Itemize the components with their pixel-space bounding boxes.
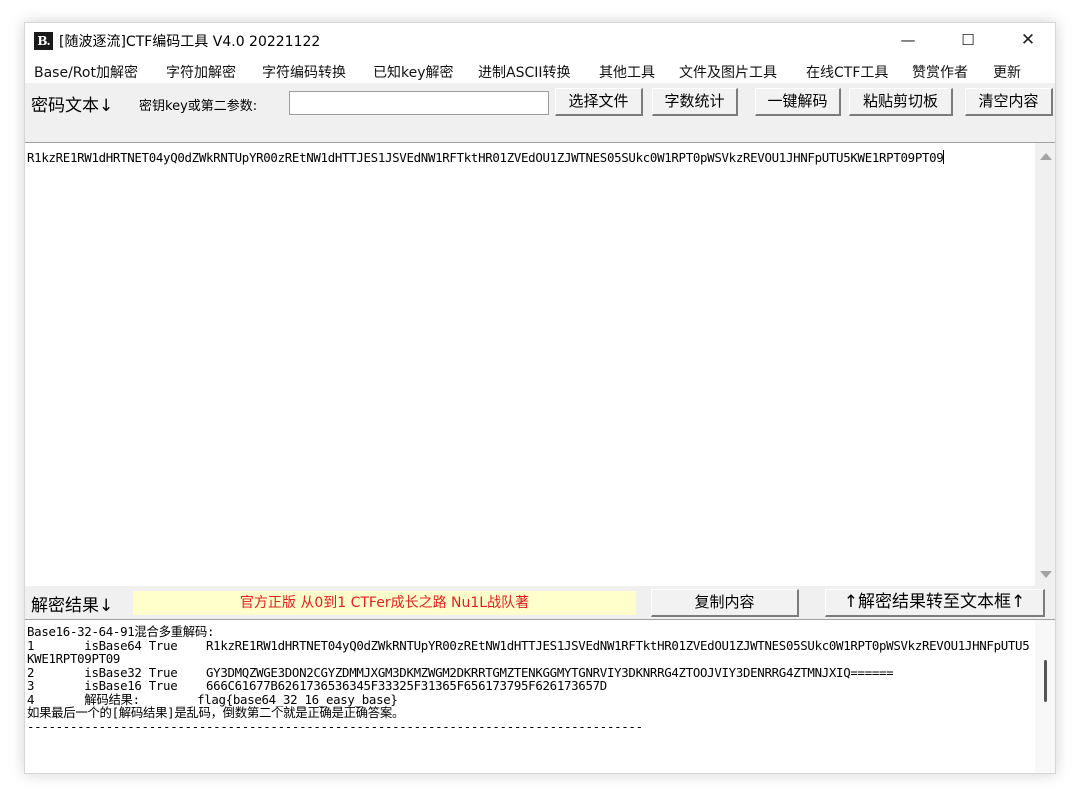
cipher-text-area[interactable]: R1kzRE1RW1dHRTNET04yQ0dZWkRNTUpYR00zREtN… (25, 142, 1055, 586)
menu-base-rot[interactable]: Base/Rot加解密 (34, 62, 138, 82)
cipher-text-label: 密码文本↓ (31, 96, 114, 116)
cipher-text-value: R1kzRE1RW1dHRTNET04yQ0dZWkRNTUpYR00zREtN… (27, 150, 944, 165)
cipher-text-content: R1kzRE1RW1dHRTNET04yQ0dZWkRNTUpYR00zREtN… (27, 150, 1032, 165)
result-scroll-thumb[interactable] (1044, 660, 1047, 702)
cipher-text-scrollbar[interactable] (1035, 143, 1055, 586)
result-text-area[interactable]: Base16-32-64-91混合多重解码: 1 isBase64 True R… (25, 619, 1055, 773)
menu-update[interactable]: 更新 (993, 62, 1021, 82)
menu-known-key[interactable]: 已知key解密 (373, 62, 454, 82)
result-scrollbar[interactable] (1035, 620, 1055, 773)
key-input[interactable] (289, 91, 549, 115)
window-title: [随波逐流]CTF编码工具 V4.0 20221122 (59, 34, 321, 50)
app-window: B. [随波逐流]CTF编码工具 V4.0 20221122 — ☐ ✕ Bas… (24, 22, 1056, 774)
menu-bar: Base/Rot加解密 字符加解密 字符编码转换 已知key解密 进制ASCII… (25, 57, 1055, 83)
paste-clipboard-button[interactable]: 粘贴剪切板 (849, 88, 953, 116)
scroll-down-arrow-icon[interactable] (1040, 571, 1052, 578)
menu-radix-ascii[interactable]: 进制ASCII转换 (478, 62, 571, 82)
menu-donate[interactable]: 赞赏作者 (912, 62, 968, 82)
result-text-content: Base16-32-64-91混合多重解码: 1 isBase64 True R… (27, 624, 1030, 734)
menu-online-ctf[interactable]: 在线CTF工具 (806, 62, 888, 82)
result-bar: 解密结果↓ 官方正版 从0到1 CTFer成长之路 Nu1L战队著 复制内容 ↑… (25, 585, 1055, 619)
menu-file-image[interactable]: 文件及图片工具 (679, 62, 777, 82)
minimize-button[interactable]: — (885, 23, 931, 57)
select-file-button[interactable]: 选择文件 (555, 88, 643, 116)
title-bar: B. [随波逐流]CTF编码工具 V4.0 20221122 — ☐ ✕ (25, 23, 1055, 57)
clear-content-button[interactable]: 清空内容 (965, 88, 1053, 116)
transfer-result-button[interactable]: ↑解密结果转至文本框↑ (825, 589, 1045, 617)
scroll-up-arrow-icon[interactable] (1040, 153, 1052, 160)
close-button[interactable]: ✕ (1005, 23, 1051, 57)
app-logo-icon: B. (34, 32, 53, 50)
official-notice: 官方正版 从0到1 CTFer成长之路 Nu1L战队著 (133, 591, 636, 615)
copy-content-button[interactable]: 复制内容 (651, 589, 799, 617)
menu-char-encoding[interactable]: 字符编码转换 (262, 62, 346, 82)
one-click-decode-button[interactable]: 一键解码 (755, 88, 841, 116)
menu-other-tools[interactable]: 其他工具 (599, 62, 655, 82)
result-label: 解密结果↓ (31, 596, 114, 616)
char-count-button[interactable]: 字数统计 (652, 88, 738, 116)
key-label: 密钥key或第二参数: (139, 99, 258, 114)
menu-char-crypto[interactable]: 字符加解密 (166, 62, 236, 82)
maximize-button[interactable]: ☐ (945, 23, 991, 57)
text-cursor (943, 150, 945, 164)
toolbar: 密码文本↓ 密钥key或第二参数: 选择文件 字数统计 一键解码 粘贴剪切板 清… (25, 83, 1055, 121)
